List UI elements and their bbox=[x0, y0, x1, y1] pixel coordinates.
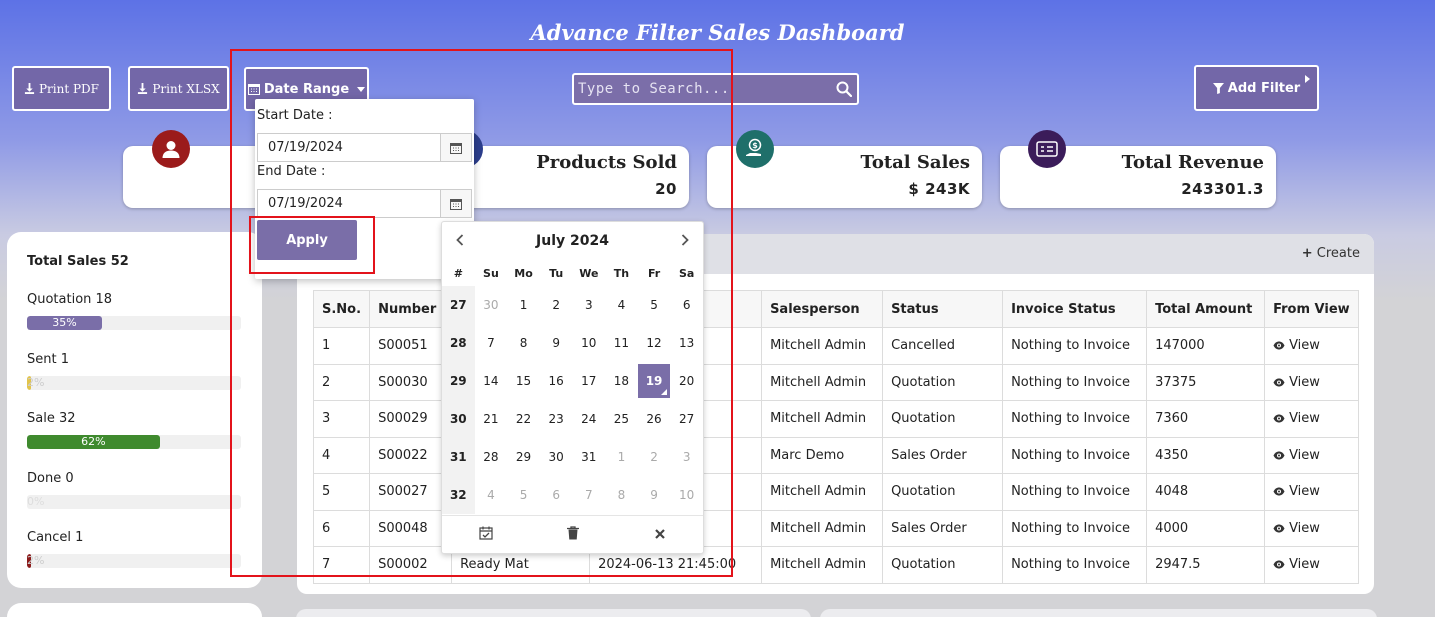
filter-icon bbox=[1212, 82, 1224, 94]
page-title: Advance Filter Sales Dashboard bbox=[530, 20, 905, 45]
view-label[interactable]: View bbox=[1289, 557, 1320, 572]
eye-icon bbox=[1273, 484, 1289, 499]
table-cell: 4048 bbox=[1146, 473, 1266, 511]
table-cell: Mitchell Admin bbox=[761, 327, 884, 365]
table-cell: Nothing to Invoice bbox=[1002, 546, 1148, 584]
print-xlsx-label: Print XLSX bbox=[152, 81, 220, 96]
view-link[interactable]: View bbox=[1264, 509, 1360, 547]
eye-icon bbox=[1273, 557, 1289, 572]
add-filter-label: Add Filter bbox=[1227, 80, 1301, 96]
progress-bar: 62% bbox=[27, 435, 241, 449]
highlight-box-date-range bbox=[230, 49, 733, 577]
progress-bar: 35% bbox=[27, 316, 241, 330]
stat-label: Quotation 18 bbox=[27, 292, 113, 307]
print-xlsx-button[interactable]: Print XLSX bbox=[128, 66, 229, 111]
table-cell: 7360 bbox=[1146, 400, 1266, 438]
bottom-card-left bbox=[296, 609, 811, 617]
highlight-box-apply bbox=[249, 216, 375, 274]
add-filter-button[interactable]: Add Filter bbox=[1194, 65, 1319, 111]
view-label[interactable]: View bbox=[1289, 411, 1320, 426]
money-hand-icon: $ bbox=[736, 130, 774, 168]
kpi-value: $ 243K bbox=[908, 180, 970, 198]
bottom-card-right bbox=[820, 609, 1377, 617]
stat-label: Cancel 1 bbox=[27, 530, 84, 545]
table-cell: Nothing to Invoice bbox=[1002, 473, 1148, 511]
table-cell: Quotation bbox=[882, 473, 1004, 511]
table-cell: Nothing to Invoice bbox=[1002, 327, 1148, 365]
table-cell: Nothing to Invoice bbox=[1002, 363, 1148, 401]
stat-label: Sent 1 bbox=[27, 352, 69, 367]
table-cell: 4000 bbox=[1146, 509, 1266, 547]
table-cell: Nothing to Invoice bbox=[1002, 436, 1148, 474]
table-cell: 2947.5 bbox=[1146, 546, 1266, 584]
print-pdf-label: Print PDF bbox=[38, 81, 100, 96]
receipt-icon bbox=[1028, 130, 1066, 168]
table-cell: Marc Demo bbox=[761, 436, 884, 474]
view-link[interactable]: View bbox=[1264, 436, 1360, 474]
stat-label: Sale 32 bbox=[27, 411, 76, 426]
caret-right-icon bbox=[1305, 75, 1310, 83]
table-cell: Cancelled bbox=[882, 327, 1004, 365]
table-cell: Quotation bbox=[882, 546, 1004, 584]
eye-icon bbox=[1273, 338, 1289, 353]
column-header[interactable]: Invoice Status bbox=[1002, 290, 1148, 328]
progress-bar: 2% bbox=[27, 376, 241, 390]
table-cell: 147000 bbox=[1146, 327, 1266, 365]
kpi-label: Total Revenue bbox=[1121, 152, 1264, 173]
view-label[interactable]: View bbox=[1289, 375, 1320, 390]
table-cell: Nothing to Invoice bbox=[1002, 400, 1148, 438]
view-link[interactable]: View bbox=[1264, 546, 1360, 584]
sales-stats-card: Total Sales 52 Quotation 18 35% Sent 1 2% Sa… bbox=[7, 232, 262, 588]
eye-icon bbox=[1273, 411, 1289, 426]
column-header[interactable]: Total Amount bbox=[1146, 290, 1266, 328]
progress-fill: 2% bbox=[27, 554, 45, 568]
stat-label: Done 0 bbox=[27, 471, 74, 486]
progress-fill: 2% bbox=[27, 376, 45, 390]
table-cell: Nothing to Invoice bbox=[1002, 509, 1148, 547]
eye-icon bbox=[1273, 521, 1289, 536]
view-link[interactable]: View bbox=[1264, 400, 1360, 438]
table-cell: Mitchell Admin bbox=[761, 363, 884, 401]
table-cell: Sales Order bbox=[882, 509, 1004, 547]
view-label[interactable]: View bbox=[1289, 448, 1320, 463]
table-cell: 4350 bbox=[1146, 436, 1266, 474]
kpi-value: 243301.3 bbox=[1181, 180, 1264, 198]
view-label[interactable]: View bbox=[1289, 484, 1320, 499]
eye-icon bbox=[1273, 375, 1289, 390]
print-pdf-button[interactable]: Print PDF bbox=[12, 66, 111, 111]
download-icon bbox=[138, 83, 148, 94]
view-link[interactable]: View bbox=[1264, 363, 1360, 401]
kpi-label: Total Sales bbox=[860, 152, 970, 173]
table-cell: Sales Order bbox=[882, 436, 1004, 474]
progress-bar: 2% bbox=[27, 554, 241, 568]
user-icon bbox=[152, 130, 190, 168]
progress-bar: 0% bbox=[27, 495, 241, 509]
svg-text:$: $ bbox=[752, 141, 758, 150]
table-cell: Quotation bbox=[882, 363, 1004, 401]
column-header[interactable]: Status bbox=[882, 290, 1004, 328]
table-cell: 37375 bbox=[1146, 363, 1266, 401]
secondary-card bbox=[7, 603, 262, 617]
view-link[interactable]: View bbox=[1264, 473, 1360, 511]
progress-fill: 62% bbox=[27, 435, 160, 449]
table-cell: Mitchell Admin bbox=[761, 473, 884, 511]
eye-icon bbox=[1273, 448, 1289, 463]
table-cell: Mitchell Admin bbox=[761, 546, 884, 584]
create-label: Create bbox=[1316, 246, 1360, 261]
column-header[interactable]: From View bbox=[1264, 290, 1360, 328]
column-header[interactable]: Salesperson bbox=[761, 290, 884, 328]
progress-fill: 35% bbox=[27, 316, 102, 330]
view-link[interactable]: View bbox=[1264, 327, 1360, 365]
create-button[interactable]: + Create bbox=[1302, 246, 1360, 261]
table-cell: Mitchell Admin bbox=[761, 400, 884, 438]
table-cell: Mitchell Admin bbox=[761, 509, 884, 547]
search-icon[interactable] bbox=[831, 76, 857, 102]
view-label[interactable]: View bbox=[1289, 338, 1320, 353]
view-label[interactable]: View bbox=[1289, 521, 1320, 536]
total-sales-title: Total Sales 52 bbox=[27, 254, 129, 269]
download-icon bbox=[24, 83, 35, 94]
plus-icon: + bbox=[1301, 246, 1313, 261]
table-cell: Quotation bbox=[882, 400, 1004, 438]
